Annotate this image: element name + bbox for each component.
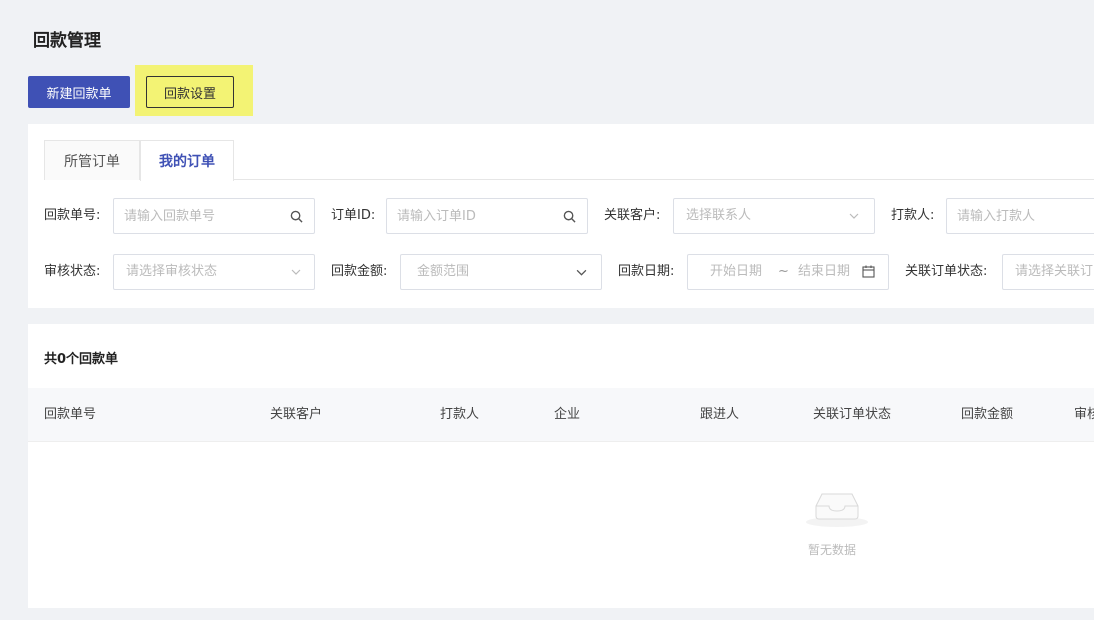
chevron-down-icon	[291, 254, 301, 290]
column-header: 企业	[554, 407, 581, 422]
search-icon[interactable]	[563, 198, 576, 234]
app-shell: 回款管理 新建回款单 回款设置 所管订单 我的订单 回款单号: 订单ID: 关联…	[12, 4, 1094, 620]
order-status-label: 关联订单状态:	[905, 264, 988, 279]
empty-inbox-icon	[804, 486, 870, 532]
calendar-icon[interactable]	[862, 265, 875, 282]
receipt-no-label: 回款单号:	[44, 208, 101, 223]
date-end-placeholder[interactable]: 结束日期	[798, 255, 850, 289]
order-status-select[interactable]: 请选择关联订	[1002, 254, 1094, 290]
column-header: 审核	[1074, 407, 1094, 422]
empty-state-text: 暂无数据	[808, 543, 857, 557]
column-header: 打款人	[440, 407, 480, 422]
order-id-input[interactable]	[386, 198, 588, 234]
review-status-select[interactable]: 请选择审核状态	[113, 254, 315, 290]
page-title: 回款管理	[33, 31, 101, 51]
date-label: 回款日期:	[618, 264, 675, 279]
column-header: 回款单号	[44, 407, 97, 422]
column-header: 关联客户	[270, 407, 323, 422]
customer-select[interactable]: 选择联系人	[673, 198, 875, 234]
receipt-count: 共0个回款单	[44, 352, 119, 367]
table-header: 回款单号 关联客户 打款人 企业 跟进人 关联订单状态 回款金额 审核	[28, 388, 1094, 442]
search-icon[interactable]	[290, 198, 303, 234]
date-range-picker[interactable]: 开始日期 ~ 结束日期	[687, 254, 889, 290]
date-separator: ~	[778, 264, 789, 279]
column-header: 回款金额	[961, 407, 1014, 422]
date-start-placeholder[interactable]: 开始日期	[710, 255, 762, 289]
filter-row-1: 回款单号: 订单ID: 关联客户: 选择联系人 打款人:	[44, 198, 1094, 234]
tab-managed-orders[interactable]: 所管订单	[44, 140, 140, 180]
receipt-no-input[interactable]	[113, 198, 315, 234]
tab-my-orders[interactable]: 我的订单	[140, 140, 234, 181]
review-status-placeholder: 请选择审核状态	[126, 264, 218, 279]
filter-row-2: 审核状态: 请选择审核状态 回款金额: 金额范围 回款日期: 开始日期 ~ 结束…	[44, 254, 1094, 290]
review-status-label: 审核状态:	[44, 264, 101, 279]
receipt-settings-button[interactable]: 回款设置	[146, 76, 234, 108]
chevron-down-icon	[849, 198, 859, 234]
chevron-down-icon	[576, 254, 587, 290]
order-id-label: 订单ID:	[331, 208, 376, 223]
order-tabs: 所管订单 我的订单	[44, 140, 1094, 181]
column-header: 关联订单状态	[813, 407, 892, 422]
column-header: 跟进人	[700, 407, 740, 422]
amount-placeholder: 金额范围	[417, 264, 470, 279]
amount-label: 回款金额:	[331, 264, 388, 279]
payer-input[interactable]	[946, 198, 1094, 234]
receipt-list-panel: 共0个回款单 回款单号 关联客户 打款人 企业 跟进人 关联订单状态 回款金额 …	[28, 324, 1094, 608]
customer-label: 关联客户:	[604, 208, 661, 223]
order-status-placeholder: 请选择关联订	[1015, 264, 1094, 279]
customer-placeholder: 选择联系人	[686, 208, 752, 223]
new-receipt-button[interactable]: 新建回款单	[28, 76, 130, 108]
payer-label: 打款人:	[891, 208, 935, 223]
amount-range-select[interactable]: 金额范围	[400, 254, 602, 290]
filter-panel: 所管订单 我的订单 回款单号: 订单ID: 关联客户: 选择联系人 打款人:	[28, 124, 1094, 308]
